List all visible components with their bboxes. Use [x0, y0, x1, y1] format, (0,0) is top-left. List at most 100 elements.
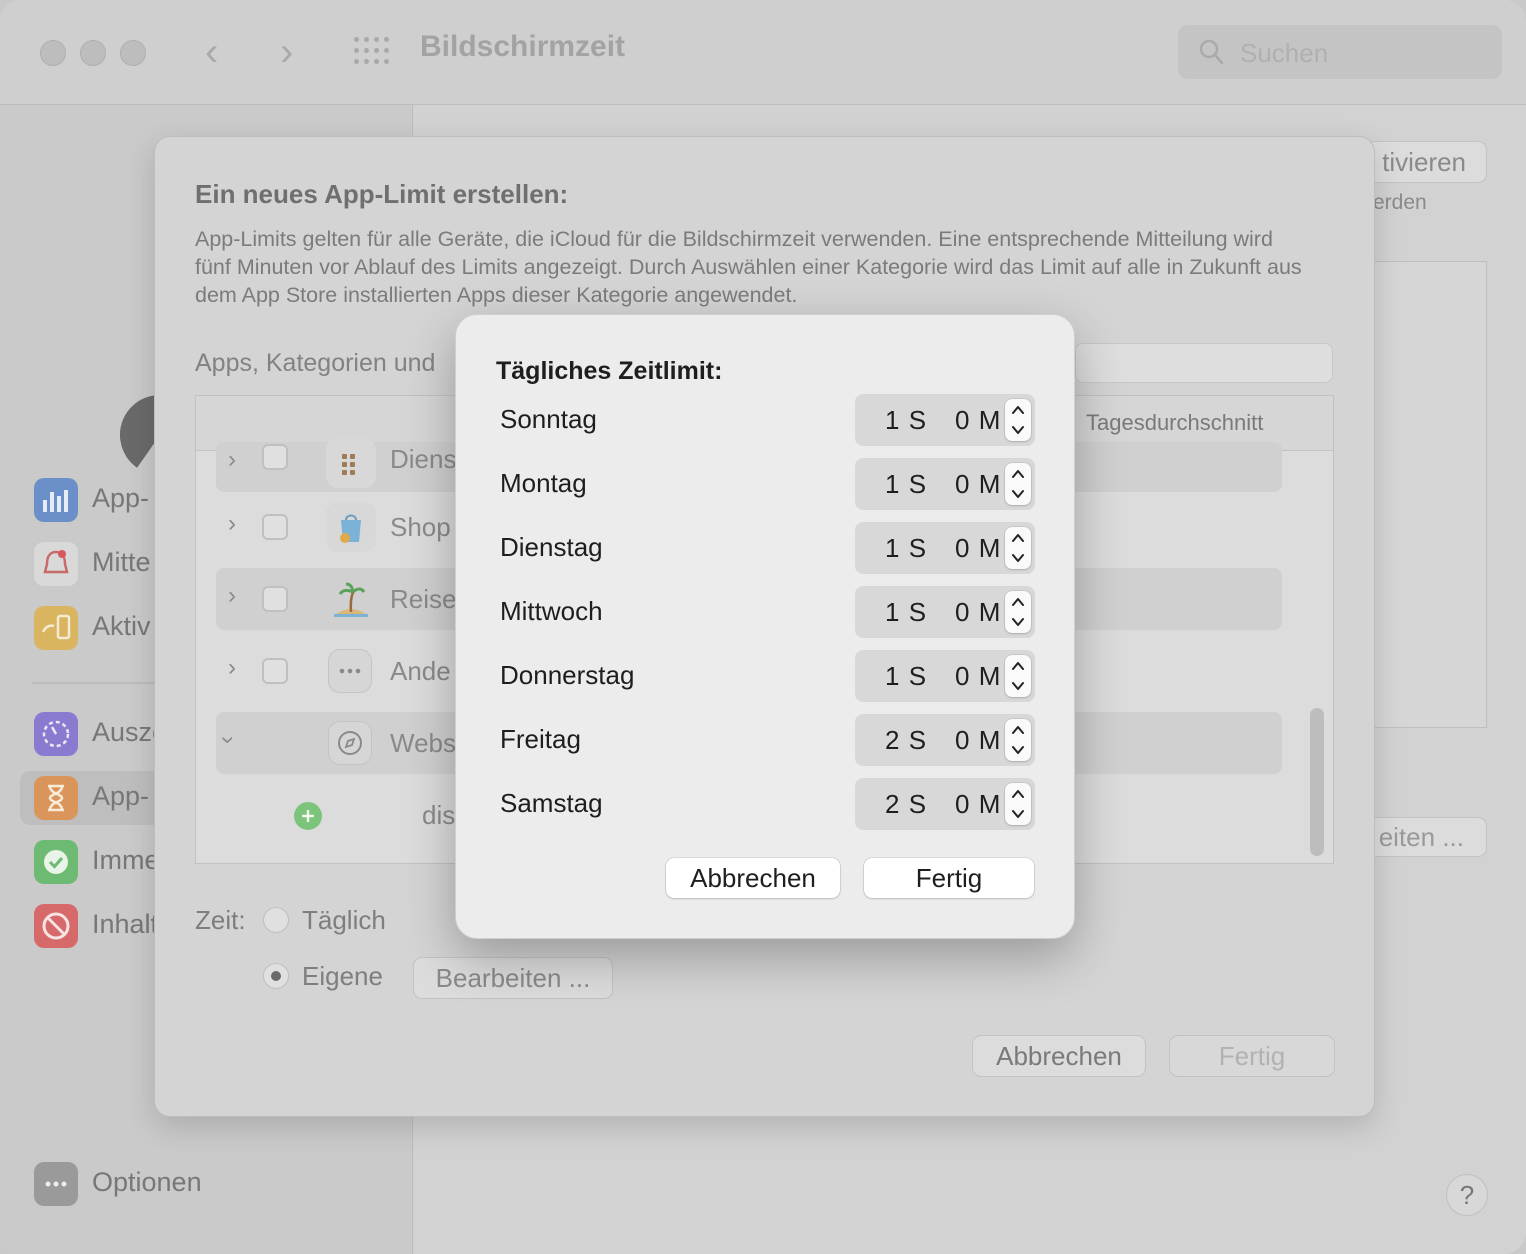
row-checkbox[interactable]	[262, 586, 288, 612]
check-badge-icon	[34, 840, 78, 884]
minutes-value[interactable]: 0 M	[955, 469, 1001, 500]
day-label: Dienstag	[500, 532, 603, 562]
add-icon[interactable]	[294, 802, 322, 830]
edit-schedule-button[interactable]: Bearbeiten ...	[413, 957, 613, 999]
time-stepper-field[interactable]: 1 S 0 M	[855, 522, 1035, 574]
row-label: Diens	[390, 444, 457, 474]
dialog-done-label: Fertig	[915, 863, 983, 893]
chevron-right-icon[interactable]: ›	[228, 446, 236, 474]
minutes-value[interactable]: 0 M	[955, 405, 1001, 436]
hours-value[interactable]: 1 S	[885, 597, 927, 628]
chevron-up-icon[interactable]	[1005, 591, 1031, 612]
sheet-cancel-button[interactable]: Abbrechen	[972, 1035, 1146, 1077]
row-checkbox[interactable]	[262, 444, 288, 470]
background-note: erden	[1373, 191, 1427, 214]
edit-schedule-label: Bearbeiten ...	[435, 963, 591, 993]
stepper	[1005, 783, 1031, 825]
daily-time-limit-dialog: Tägliches Zeitlimit: Sonntag 1 S0 M Montag…	[455, 314, 1075, 939]
sidebar-item-options[interactable]: Optionen	[20, 1157, 400, 1211]
hours-value[interactable]: 1 S	[885, 405, 927, 436]
apps-search-field[interactable]	[1075, 343, 1333, 383]
sheet-description: App-Limits gelten für alle Geräte, die i…	[195, 227, 1302, 307]
chevron-down-icon[interactable]	[1005, 548, 1031, 569]
radio-daily[interactable]	[263, 907, 289, 933]
row-checkbox[interactable]	[262, 658, 288, 684]
chevron-down-icon[interactable]	[1005, 420, 1031, 441]
help-label: ?	[1459, 1180, 1475, 1210]
close-window-button[interactable]	[40, 40, 66, 66]
row-checkbox[interactable]	[262, 514, 288, 540]
chevron-right-icon[interactable]: ›	[228, 654, 236, 682]
chevron-up-icon[interactable]	[1005, 655, 1031, 676]
row-label: Ande	[390, 656, 451, 686]
minutes-value[interactable]: 0 M	[955, 725, 1001, 756]
sheet-title: Ein neues App-Limit erstellen:	[195, 179, 569, 209]
day-limit-row: Mittwoch 1 S 0 M	[456, 586, 1074, 638]
hours-value[interactable]: 2 S	[885, 725, 927, 756]
day-label: Donnerstag	[500, 660, 635, 690]
sheet-done-label: Fertig	[1218, 1041, 1286, 1071]
more-icon	[34, 1162, 78, 1206]
chevron-up-icon[interactable]	[1005, 463, 1031, 484]
time-label: Zeit:	[195, 905, 246, 935]
time-stepper-field[interactable]: 2 S 0 M	[855, 778, 1035, 830]
sidebar-item-label: App-	[92, 781, 150, 811]
day-limit-row: Samstag 2 S 0 M	[456, 778, 1074, 830]
hours-value[interactable]: 1 S	[885, 469, 927, 500]
time-stepper-field[interactable]: 1 S 0 M	[855, 586, 1035, 638]
zoom-window-button[interactable]	[120, 40, 146, 66]
minutes-value[interactable]: 0 M	[955, 597, 1001, 628]
help-button[interactable]: ?	[1446, 1174, 1488, 1216]
dialog-cancel-label: Abbrechen	[690, 863, 816, 893]
chevron-up-icon[interactable]	[1005, 399, 1031, 420]
day-limit-row: Donnerstag 1 S 0 M	[456, 650, 1074, 702]
hours-value[interactable]: 1 S	[885, 661, 927, 692]
table-scrollbar[interactable]	[1310, 708, 1324, 856]
restriction-icon	[34, 904, 78, 948]
chevron-right-icon[interactable]: ›	[228, 510, 236, 538]
chevron-right-icon[interactable]: ›	[228, 582, 236, 610]
back-arrow-icon[interactable]: ‹	[205, 30, 218, 75]
hours-value[interactable]: 2 S	[885, 789, 927, 820]
system-settings-window: ‹ › Bildschirmzeit Suchen App- Mitte Akt…	[0, 0, 1526, 1254]
time-stepper-field[interactable]: 1 S 0 M	[855, 458, 1035, 510]
chevron-down-icon[interactable]	[1005, 484, 1031, 505]
chevron-down-icon[interactable]	[1005, 612, 1031, 633]
chevron-down-icon[interactable]	[1005, 804, 1031, 825]
chevron-up-icon[interactable]	[1005, 783, 1031, 804]
minutes-value[interactable]: 0 M	[955, 661, 1001, 692]
chevron-down-icon[interactable]	[1005, 740, 1031, 761]
chevron-up-icon[interactable]	[1005, 527, 1031, 548]
row-label: dis	[422, 800, 456, 830]
day-label: Sonntag	[500, 404, 597, 434]
sheet-done-button[interactable]: Fertig	[1169, 1035, 1335, 1077]
forward-arrow-icon[interactable]: ›	[280, 30, 293, 75]
stepper	[1005, 591, 1031, 633]
minimize-window-button[interactable]	[80, 40, 106, 66]
island-icon	[326, 574, 376, 624]
sidebar-item-label: Imme	[92, 845, 160, 875]
more-icon	[328, 649, 372, 693]
chevron-down-icon[interactable]	[1005, 676, 1031, 697]
radio-custom[interactable]	[263, 963, 289, 989]
time-stepper-field[interactable]: 1 S 0 M	[855, 650, 1035, 702]
stepper	[1005, 399, 1031, 441]
day-limit-row: Montag 1 S 0 M	[456, 458, 1074, 510]
chevron-down-icon[interactable]: ›	[214, 736, 242, 744]
compass-icon	[328, 721, 372, 765]
radio-custom-label: Eigene	[302, 961, 383, 991]
show-all-grid-icon[interactable]	[354, 37, 390, 65]
hours-value[interactable]: 1 S	[885, 533, 927, 564]
background-list	[1373, 261, 1487, 728]
time-stepper-field[interactable]: 1 S 0 M	[855, 394, 1035, 446]
search-placeholder: Suchen	[1240, 38, 1329, 68]
dialog-done-button[interactable]: Fertig	[864, 858, 1034, 898]
search-field[interactable]: Suchen	[1178, 25, 1502, 79]
dialog-cancel-button[interactable]: Abbrechen	[666, 858, 840, 898]
chevron-up-icon[interactable]	[1005, 719, 1031, 740]
day-label: Freitag	[500, 724, 581, 754]
time-stepper-field[interactable]: 2 S 0 M	[855, 714, 1035, 766]
search-icon	[1199, 39, 1224, 65]
minutes-value[interactable]: 0 M	[955, 533, 1001, 564]
minutes-value[interactable]: 0 M	[955, 789, 1001, 820]
